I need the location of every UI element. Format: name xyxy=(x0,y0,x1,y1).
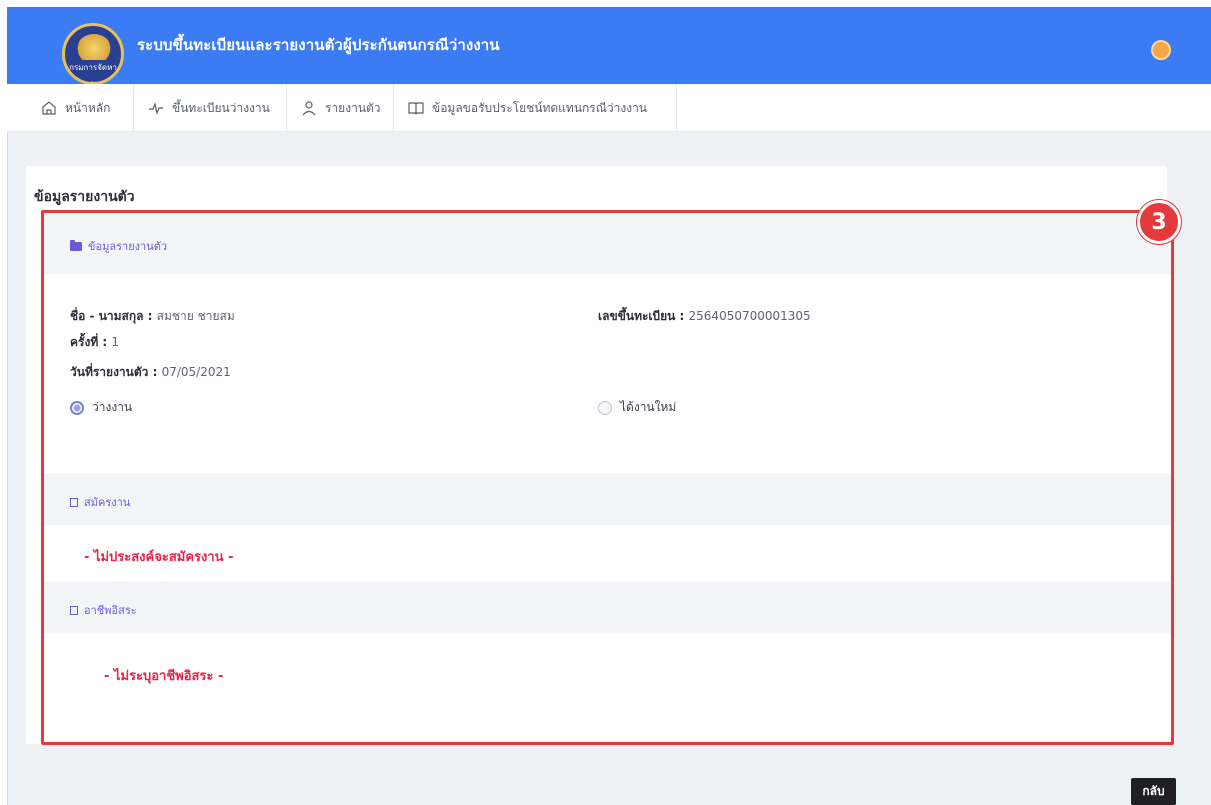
department-logo: กรมการจัดหางาน xyxy=(62,23,124,85)
step-highlight-frame xyxy=(41,210,1174,745)
nav-item-report[interactable]: รายงานตัว xyxy=(287,84,394,132)
nav-item-register[interactable]: ขึ้นทะเบียนว่างงาน xyxy=(134,84,287,132)
back-button[interactable]: กลับ xyxy=(1131,778,1176,805)
book-icon xyxy=(408,102,424,115)
nav-item-label: ข้อมูลขอรับประโยชน์ทดแทนกรณีว่างงาน xyxy=(432,100,648,115)
home-icon xyxy=(42,101,56,115)
nav-item-label: รายงานตัว xyxy=(325,100,381,115)
nav-item-label: หน้าหลัก xyxy=(65,100,111,115)
app-title: ระบบขึ้นทะเบียนและรายงานตัวผู้ประกันตนกร… xyxy=(137,36,500,54)
nav-item-label: ขึ้นทะเบียนว่างงาน xyxy=(172,100,270,115)
user-icon xyxy=(302,101,316,116)
top-bar: กรมการจัดหางาน ระบบขึ้นทะเบียนและรายงานต… xyxy=(7,7,1211,85)
page-title: ข้อมูลรายงานตัว xyxy=(34,189,135,205)
logo-text: กรมการจัดหางาน xyxy=(65,60,121,82)
step-number-badge: 3 xyxy=(1137,200,1181,244)
lightbulb-icon[interactable] xyxy=(1151,40,1171,60)
activity-icon xyxy=(149,101,163,116)
nav-item-benefits[interactable]: ข้อมูลขอรับประโยชน์ทดแทนกรณีว่างงาน xyxy=(394,84,677,132)
main-navigation: หน้าหลัก ขึ้นทะเบียนว่างงาน รายงานตัว ข้… xyxy=(7,84,1211,132)
nav-item-home[interactable]: หน้าหลัก xyxy=(27,84,134,132)
